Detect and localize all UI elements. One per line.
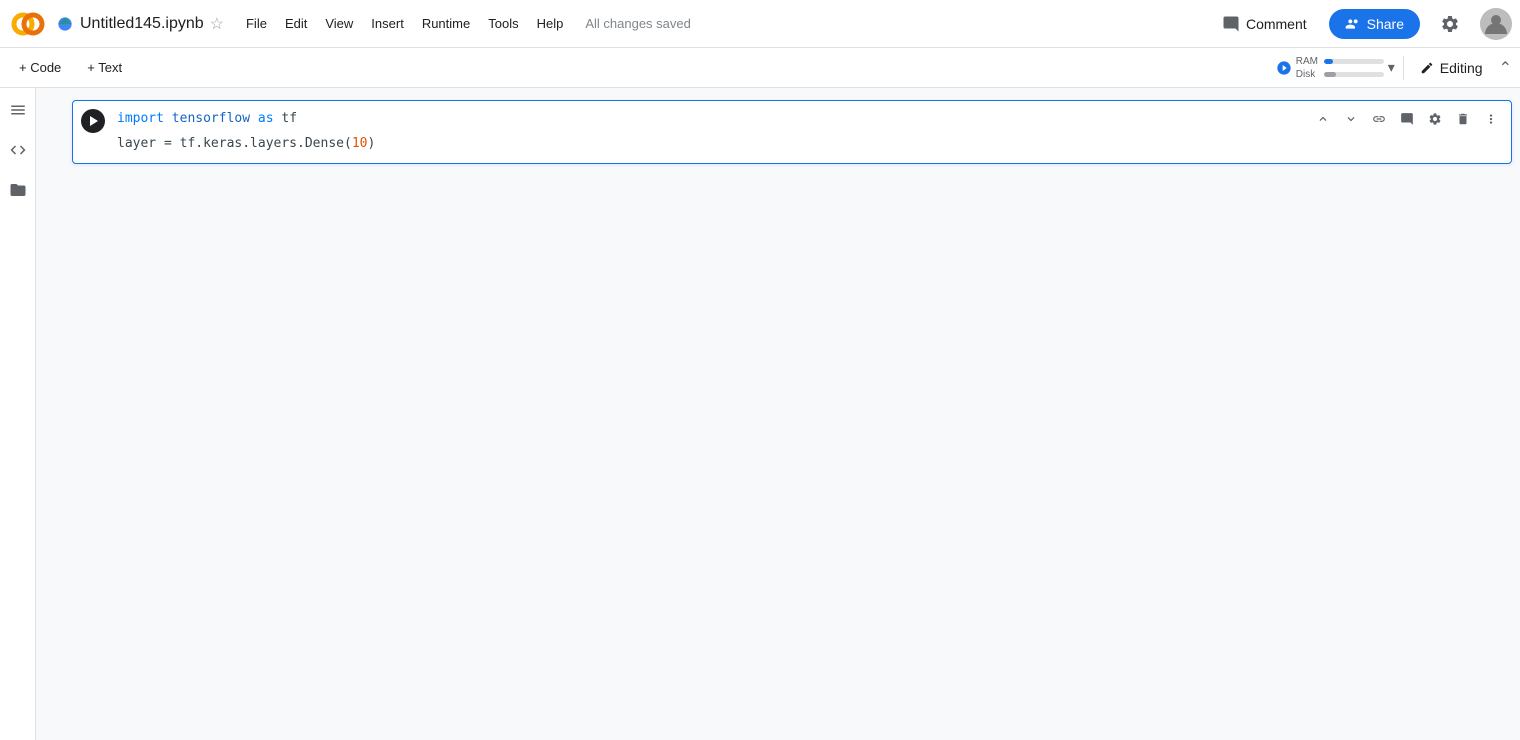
editing-mode-button[interactable]: Editing [1412,56,1491,80]
code-line-2: layer = tf.keras.layers.Dense(10) [117,134,1503,155]
cell-run-indicator [36,100,72,108]
cell-settings-button[interactable] [1423,107,1447,131]
sidebar-files-icon[interactable] [4,176,32,204]
toolbar-right: RAM Disk ▾ Editing ⌃ [1276,56,1512,80]
editing-label: Editing [1440,60,1483,76]
main-content: import tensorflow as tf layer = tf.keras… [0,88,1520,740]
resource-usage: RAM Disk [1296,56,1384,80]
code-line-1: import tensorflow as tf [117,109,1503,130]
link-cell-button[interactable] [1367,107,1391,131]
add-code-button[interactable]: + Code [8,55,72,80]
autosave-status: All changes saved [585,16,691,31]
disk-progress-fill [1324,72,1336,77]
cell-comment-button[interactable] [1395,107,1419,131]
cell-code-content[interactable]: import tensorflow as tf layer = tf.keras… [73,101,1511,163]
file-name[interactable]: Untitled145.ipynb [80,15,204,33]
menu-view[interactable]: View [317,12,361,35]
cell-toolbar [1311,107,1503,131]
gear-icon [1440,14,1460,34]
sidebar-code-icon[interactable] [4,136,32,164]
ram-progress-bg [1324,59,1384,64]
delete-cell-button[interactable] [1451,107,1475,131]
star-icon[interactable]: ☆ [210,14,224,34]
menu-help[interactable]: Help [529,12,572,35]
colab-logo[interactable] [8,4,48,44]
menu-tools[interactable]: Tools [480,12,526,35]
resource-dropdown-arrow[interactable]: ▾ [1388,59,1395,76]
menu-runtime[interactable]: Runtime [414,12,478,35]
cell-wrapper: import tensorflow as tf layer = tf.keras… [72,100,1512,164]
sidebar-menu-icon[interactable] [4,96,32,124]
share-label: Share [1367,16,1404,32]
drive-icon [56,15,74,33]
runtime-connected-icon [1276,60,1292,76]
menu-edit[interactable]: Edit [277,12,315,35]
comment-button[interactable]: Comment [1212,9,1317,39]
left-sidebar [0,88,36,740]
share-icon [1345,16,1361,32]
more-options-button[interactable] [1479,107,1503,131]
top-right-controls: Comment Share [1212,6,1512,42]
menu-file[interactable]: File [238,12,275,35]
collapse-toolbar-button[interactable]: ⌃ [1499,58,1512,78]
move-up-button[interactable] [1311,107,1335,131]
edit-pencil-icon [1420,61,1434,75]
top-bar: Untitled145.ipynb ☆ File Edit View Inser… [0,0,1520,48]
file-title-area: Untitled145.ipynb ☆ File Edit View Inser… [56,12,1204,35]
ram-label: RAM [1296,56,1320,67]
menu-insert[interactable]: Insert [363,12,412,35]
avatar-image [1480,8,1512,40]
disk-progress-bg [1324,72,1384,77]
cell-container: import tensorflow as tf layer = tf.keras… [36,100,1520,164]
run-triangle-icon [90,116,98,126]
disk-label: Disk [1296,69,1320,80]
settings-button[interactable] [1432,6,1468,42]
share-button[interactable]: Share [1329,9,1420,39]
comment-icon [1222,15,1240,33]
run-cell-button[interactable] [81,109,105,133]
code-cell: import tensorflow as tf layer = tf.keras… [72,100,1512,164]
user-avatar[interactable] [1480,8,1512,40]
move-down-button[interactable] [1339,107,1363,131]
add-text-button[interactable]: + Text [76,55,133,80]
notebook-toolbar: + Code + Text RAM Disk [0,48,1520,88]
menu-bar: File Edit View Insert Runtime Tools Help [238,12,571,35]
ram-progress-fill [1324,59,1333,64]
notebook-area: import tensorflow as tf layer = tf.keras… [36,88,1520,740]
comment-label: Comment [1246,16,1307,32]
